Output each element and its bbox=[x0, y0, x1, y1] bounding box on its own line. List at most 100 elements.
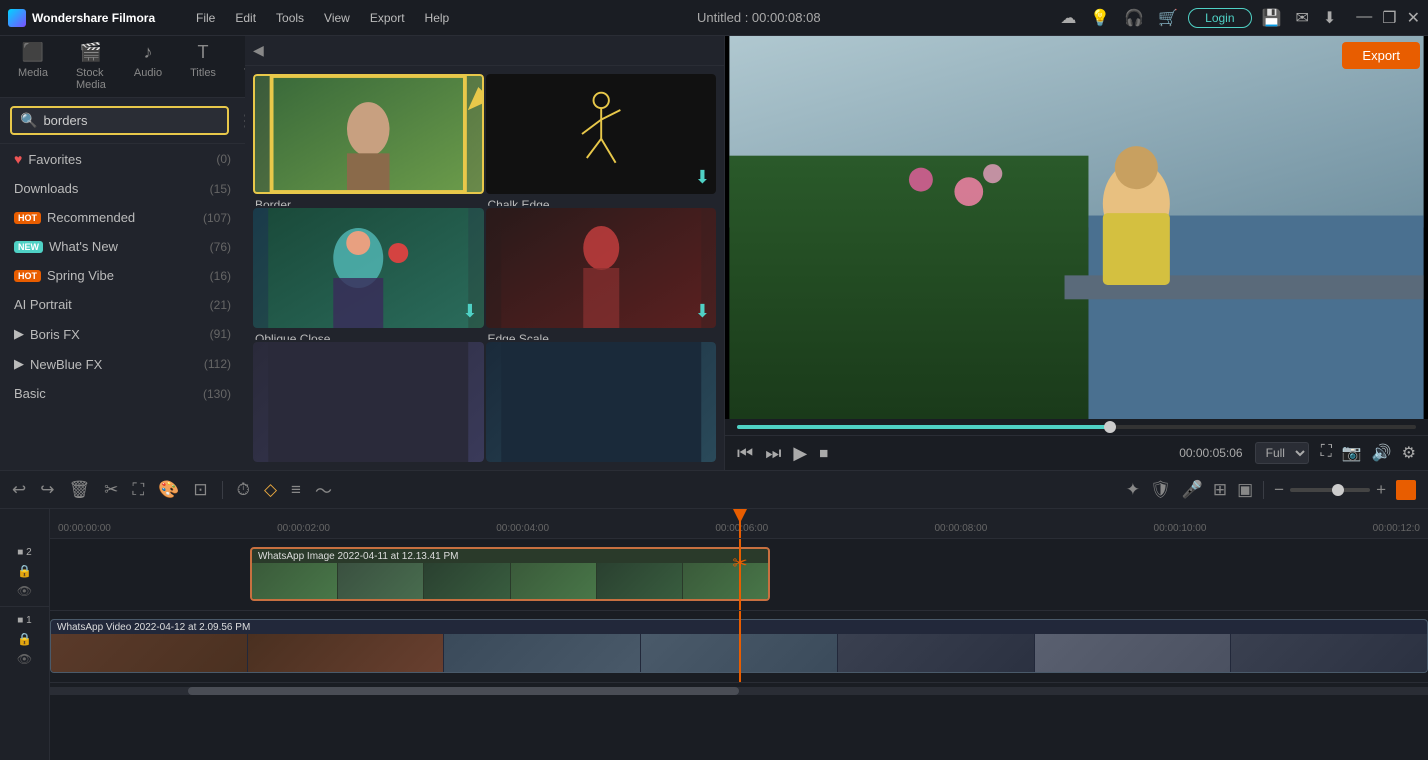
effect-thumb-oblique: ⬇ bbox=[253, 208, 484, 328]
audio-mix-button[interactable]: ≡ bbox=[291, 480, 301, 500]
expand-arrow-newblue: ▶ bbox=[14, 356, 24, 372]
zoom-fit-button[interactable]: ⊡ bbox=[193, 480, 207, 500]
search-input[interactable] bbox=[43, 113, 219, 128]
timeline-scrollbar[interactable] bbox=[50, 687, 1428, 695]
category-boris-fx[interactable]: ▶ Boris FX (91) bbox=[0, 319, 245, 349]
effect-card-more2[interactable] bbox=[486, 342, 717, 462]
frame2-1 bbox=[51, 634, 247, 673]
category-favorites[interactable]: ♥ Favorites (0) bbox=[0, 144, 245, 174]
preview-area: ⏮ ⏭ ▶ ⏹ 00:00:05:06 Full ⛶ 📷 🔊 ⚙ Export bbox=[725, 36, 1428, 470]
mail-icon[interactable]: ✉ bbox=[1295, 8, 1308, 28]
download-chalk-icon[interactable]: ⬇ bbox=[695, 167, 710, 188]
grid-view-icon[interactable]: ⋮⋮ bbox=[237, 111, 245, 131]
settings-icon[interactable]: ⚙ bbox=[1402, 443, 1416, 463]
waveform-button[interactable]: 〜 bbox=[315, 477, 332, 502]
effect-card-more1[interactable] bbox=[253, 342, 484, 462]
track1-lock-icon[interactable]: 🔒 bbox=[17, 564, 32, 578]
skip-back-button[interactable]: ⏮ bbox=[737, 443, 753, 464]
frame3 bbox=[424, 563, 509, 601]
zoom-out-icon[interactable]: − bbox=[1274, 480, 1284, 500]
quality-select[interactable]: Full bbox=[1255, 442, 1309, 464]
track2-lock-icon[interactable]: 🔒 bbox=[17, 632, 32, 646]
volume-icon[interactable]: 🔊 bbox=[1372, 443, 1392, 463]
frame2-3 bbox=[444, 634, 640, 673]
export-button[interactable]: Export bbox=[1342, 42, 1420, 69]
video-clip-1[interactable]: WhatsApp Image 2022-04-11 at 12.13.41 PM bbox=[250, 547, 770, 601]
category-spring-vibe[interactable]: HOT Spring Vibe (16) bbox=[0, 261, 245, 290]
stop-button[interactable]: ⏹ bbox=[819, 443, 828, 464]
ruler-mark-4: 00:00:08:00 bbox=[934, 523, 987, 534]
screenshot-icon[interactable]: 📷 bbox=[1342, 443, 1362, 463]
category-newblue-fx[interactable]: ▶ NewBlue FX (112) bbox=[0, 349, 245, 379]
play-button[interactable]: ▶ bbox=[793, 443, 807, 464]
delete-button[interactable]: 🗑 bbox=[69, 480, 91, 500]
menu-tools[interactable]: Tools bbox=[268, 9, 312, 27]
track2-eye-icon[interactable]: 👁 bbox=[17, 652, 32, 666]
category-newblue-fx-label: NewBlue FX bbox=[30, 357, 102, 372]
track1-eye-icon[interactable]: 👁 bbox=[17, 584, 32, 598]
close-button[interactable]: ✕ bbox=[1407, 8, 1420, 28]
headset-icon[interactable]: 🎧 bbox=[1124, 8, 1144, 28]
menu-help[interactable]: Help bbox=[417, 9, 458, 27]
ruler-mark-3: 00:00:06:00 bbox=[715, 523, 768, 534]
category-recommended[interactable]: HOT Recommended (107) bbox=[0, 203, 245, 232]
shield-icon[interactable]: 🛡 bbox=[1150, 480, 1172, 500]
keyframe-button[interactable]: ◇ bbox=[264, 480, 277, 500]
tab-transitions[interactable]: ⇌ Transitions bbox=[230, 36, 245, 97]
effect-card-border[interactable]: Border bbox=[253, 74, 484, 206]
progress-track[interactable] bbox=[737, 425, 1416, 429]
menu-edit[interactable]: Edit bbox=[227, 9, 264, 27]
cloud-icon[interactable]: ☁ bbox=[1060, 8, 1076, 28]
timeline-ruler-tracks: 00:00:00:00 00:00:02:00 00:00:04:00 00:0… bbox=[50, 509, 1428, 760]
category-basic[interactable]: Basic (130) bbox=[0, 379, 245, 408]
download-icon[interactable]: ⬇ bbox=[1323, 8, 1336, 28]
category-whats-new[interactable]: NEW What's New (76) bbox=[0, 232, 245, 261]
scissors-on-track: ✂ bbox=[732, 553, 747, 574]
bulb-icon[interactable]: 💡 bbox=[1090, 8, 1110, 28]
effect-card-oblique[interactable]: ⬇ Oblique Close bbox=[253, 208, 484, 340]
tab-stock[interactable]: 🎬 Stock Media bbox=[62, 36, 120, 97]
category-downloads[interactable]: Downloads (15) bbox=[0, 174, 245, 203]
cart-icon[interactable]: 🛒 bbox=[1158, 8, 1178, 28]
track-add-icon[interactable]: ⊞ bbox=[1213, 480, 1227, 500]
download-edge-icon[interactable]: ⬇ bbox=[695, 301, 710, 322]
minimize-button[interactable]: — bbox=[1356, 8, 1372, 28]
progress-thumb[interactable] bbox=[1104, 421, 1116, 433]
zoom-slider[interactable] bbox=[1290, 488, 1370, 492]
ripple-icon[interactable]: ✦ bbox=[1126, 480, 1140, 500]
effect-card-edge[interactable]: ⬇ Edge Scale bbox=[486, 208, 717, 340]
clock-button[interactable]: ⏱ bbox=[237, 480, 250, 500]
zoom-in-icon[interactable]: + bbox=[1376, 480, 1386, 500]
maximize-button[interactable]: ❐ bbox=[1382, 8, 1396, 28]
mic-icon[interactable]: 🎤 bbox=[1182, 480, 1203, 500]
clip2-label: WhatsApp Video 2022-04-12 at 2.09.56 PM bbox=[57, 622, 250, 633]
effect-card-chalk-edge[interactable]: ⬇ Chalk Edge bbox=[486, 74, 717, 206]
tab-titles[interactable]: T Titles bbox=[176, 36, 230, 97]
tab-audio[interactable]: ♪ Audio bbox=[120, 36, 176, 97]
color-button[interactable]: 🎨 bbox=[158, 480, 179, 500]
cut-button[interactable]: ✂ bbox=[104, 480, 118, 500]
download-oblique-icon[interactable]: ⬇ bbox=[462, 301, 477, 322]
fullscreen-icon[interactable]: ⛶ bbox=[1321, 443, 1332, 463]
undo-button[interactable]: ↩ bbox=[12, 480, 26, 500]
clip1-label: WhatsApp Image 2022-04-11 at 12.13.41 PM bbox=[258, 551, 459, 562]
crop-button[interactable]: ⛶ bbox=[132, 480, 144, 500]
search-input-wrap: 🔍 bbox=[10, 106, 229, 135]
tab-media[interactable]: ⬛ Media bbox=[4, 36, 62, 97]
chalk-figure-svg bbox=[509, 86, 693, 182]
menu-file[interactable]: File bbox=[188, 9, 223, 27]
expand-arrow-boris: ▶ bbox=[14, 326, 24, 342]
redo-button[interactable]: ↪ bbox=[40, 480, 54, 500]
step-back-button[interactable]: ⏭ bbox=[765, 443, 781, 464]
menu-export[interactable]: Export bbox=[362, 9, 413, 27]
category-ai-portrait[interactable]: AI Portrait (21) bbox=[0, 290, 245, 319]
login-button[interactable]: Login bbox=[1188, 8, 1251, 28]
effects-grid: Border ⬇ bbox=[245, 66, 724, 470]
stock-icon: 🎬 bbox=[80, 42, 102, 63]
pip-icon[interactable]: ▣ bbox=[1237, 480, 1253, 500]
ruler-mark-5: 00:00:10:00 bbox=[1154, 523, 1207, 534]
menu-view[interactable]: View bbox=[316, 9, 358, 27]
grid-scroll-left[interactable]: ◀ bbox=[253, 42, 264, 59]
timeline-scrollbar-thumb[interactable] bbox=[188, 687, 739, 695]
save-icon[interactable]: 💾 bbox=[1262, 8, 1282, 28]
